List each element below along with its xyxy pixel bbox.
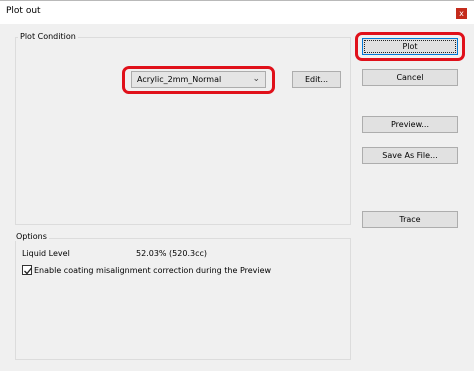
select-highlight: [122, 66, 275, 94]
checkmark-icon: [24, 267, 33, 275]
liquid-level-value: 52.03% (520.3cc): [136, 249, 207, 258]
window-title: Plot out: [6, 6, 41, 16]
preview-button[interactable]: Preview...: [362, 116, 458, 133]
coating-correction-label[interactable]: Enable coating misalignment correction d…: [34, 266, 271, 275]
liquid-level-label: Liquid Level: [22, 249, 70, 258]
close-icon: x: [459, 9, 464, 18]
coating-correction-checkbox[interactable]: [22, 265, 33, 275]
options-label: Options: [14, 232, 49, 241]
plot-condition-label: Plot Condition: [18, 32, 78, 41]
title-bar: Plot out x: [0, 1, 474, 24]
save-as-file-button[interactable]: Save As File...: [362, 147, 458, 164]
edit-button[interactable]: Edit...: [292, 71, 341, 88]
close-button[interactable]: x: [456, 8, 467, 19]
trace-button[interactable]: Trace: [362, 211, 458, 228]
plot-highlight: [355, 32, 465, 61]
cancel-button[interactable]: Cancel: [362, 69, 458, 86]
